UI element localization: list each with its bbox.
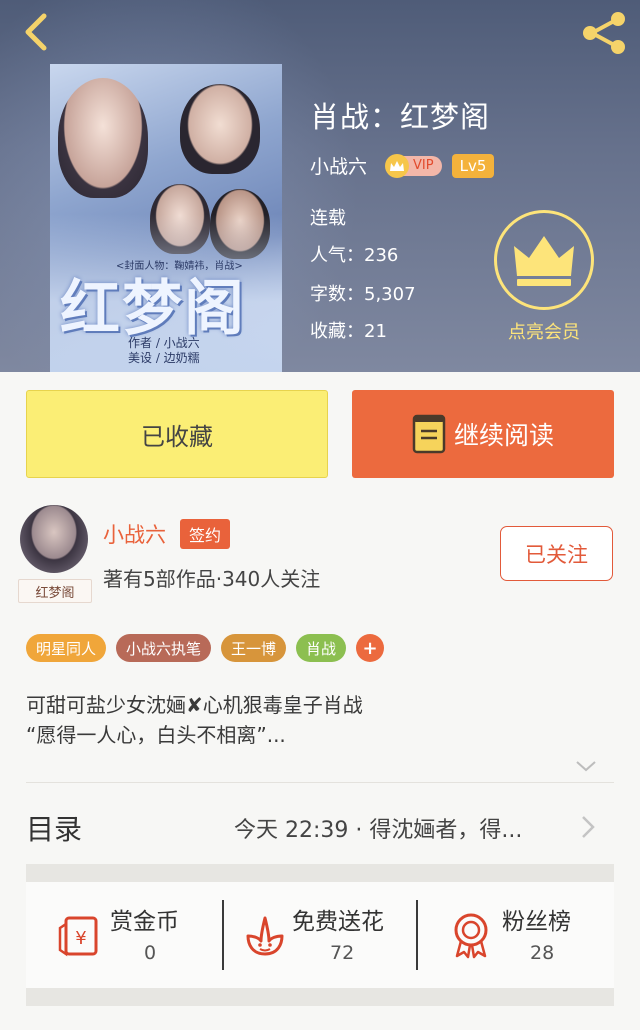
word-count-stat: 字数：5,307 <box>310 284 416 305</box>
book-cover[interactable]: <封面人物：鞠婧祎，肖战> 红梦阁 作者 / 小战六 美设 / 边奶糯 <box>50 64 282 372</box>
chevron-left-icon <box>25 13 47 51</box>
tag-chip[interactable]: 小战六执笔 <box>116 634 212 662</box>
expand-description-button[interactable] <box>574 754 598 778</box>
chevron-down-icon <box>576 761 596 772</box>
continue-reading-button[interactable]: 继续阅读 <box>352 390 614 478</box>
description-line: “愿得一人心，白头不相离”... <box>26 723 286 747</box>
svg-text:¥: ¥ <box>75 928 86 949</box>
flower-icon <box>246 916 284 956</box>
reward-flowers[interactable]: 免费送花 72 <box>224 882 418 988</box>
cover-figure <box>180 84 260 174</box>
author-avatar-block[interactable]: 红梦阁 <box>18 505 98 605</box>
continue-reading-label: 继续阅读 <box>453 421 554 450</box>
cover-title-art: 红梦阁 <box>60 274 246 344</box>
section-separator <box>26 864 614 882</box>
level-badge: Lv5 <box>451 153 495 178</box>
back-button[interactable] <box>14 10 58 54</box>
chevron-right-icon <box>582 816 595 838</box>
tag-chip[interactable]: 肖战 <box>296 634 347 662</box>
book-description[interactable]: 可甜可盐少女沈婳✘心机狠毒皇子肖战 “愿得一人心，白头不相离”... <box>26 690 363 750</box>
reward-label: 免费送花 <box>292 909 384 935</box>
collected-button[interactable]: 已收藏 <box>26 390 328 478</box>
tag-chip[interactable]: 明星同人 <box>26 634 107 662</box>
description-line: 可甜可盐少女沈婳✘心机狠毒皇子肖战 <box>26 693 363 717</box>
serial-status: 连载 <box>310 208 346 229</box>
medal-icon <box>454 913 488 959</box>
cover-credits: 作者 / 小战六 美设 / 边奶糯 <box>128 336 200 366</box>
red-envelope-icon: ¥ <box>58 916 98 957</box>
avatar <box>20 505 88 573</box>
activate-member-button[interactable]: 点亮会员 <box>492 210 596 344</box>
favorites-stat: 收藏：21 <box>310 321 387 342</box>
latest-chapter: 今天 22:39 · 得沈婳者，得... <box>234 818 523 843</box>
book-title: 肖战：红梦阁 <box>310 100 491 134</box>
reward-value: 28 <box>530 942 555 964</box>
reward-fan-rank[interactable]: 粉丝榜 28 <box>418 882 614 988</box>
cover-credit-design: 美设 / 边奶糯 <box>128 351 200 365</box>
section-divider <box>26 782 614 783</box>
author-card-name[interactable]: 小战六 <box>103 519 166 549</box>
vip-crown-icon <box>385 153 410 178</box>
book-icon <box>412 414 446 454</box>
reward-label: 粉丝榜 <box>502 909 571 935</box>
section-separator <box>26 988 614 1006</box>
author-card-header: 小战六 签约 <box>103 519 231 549</box>
author-name[interactable]: 小战六 <box>310 152 367 179</box>
crown-icon <box>514 236 574 286</box>
catalog-title: 目录 <box>26 813 83 846</box>
member-crown-badge <box>494 210 594 310</box>
share-icon <box>583 12 625 54</box>
cover-figure <box>58 78 148 198</box>
signed-badge: 签约 <box>180 519 231 549</box>
reward-coins[interactable]: ¥ 赏金币 0 <box>26 882 222 988</box>
reward-value: 72 <box>330 942 355 964</box>
vip-badge: VIP <box>385 153 442 179</box>
tag-list: 明星同人 小战六执笔 王一博 肖战 + <box>26 634 385 662</box>
share-button[interactable] <box>578 10 630 56</box>
avatar-book-tag: 红梦阁 <box>18 579 92 603</box>
author-line: 小战六 VIP Lv5 <box>310 152 495 179</box>
book-header: <封面人物：鞠婧祎，肖战> 红梦阁 作者 / 小战六 美设 / 边奶糯 肖战：红… <box>0 0 640 372</box>
popularity-stat: 人气：236 <box>310 245 399 266</box>
add-tag-button[interactable]: + <box>356 634 385 662</box>
cover-credit-author: 作者 / 小战六 <box>128 336 200 350</box>
reward-value: 0 <box>144 942 157 964</box>
catalog-row[interactable]: 目录 今天 22:39 · 得沈婳者，得... <box>0 788 640 864</box>
reward-label: 赏金币 <box>110 909 179 935</box>
rewards-bar: ¥ 赏金币 0 免费送花 72 粉丝榜 28 <box>26 882 614 988</box>
tag-chip[interactable]: 王一博 <box>221 634 287 662</box>
follow-button[interactable]: 已关注 <box>500 526 613 581</box>
author-stats: 著有5部作品·340人关注 <box>103 567 321 591</box>
member-label: 点亮会员 <box>508 322 580 343</box>
